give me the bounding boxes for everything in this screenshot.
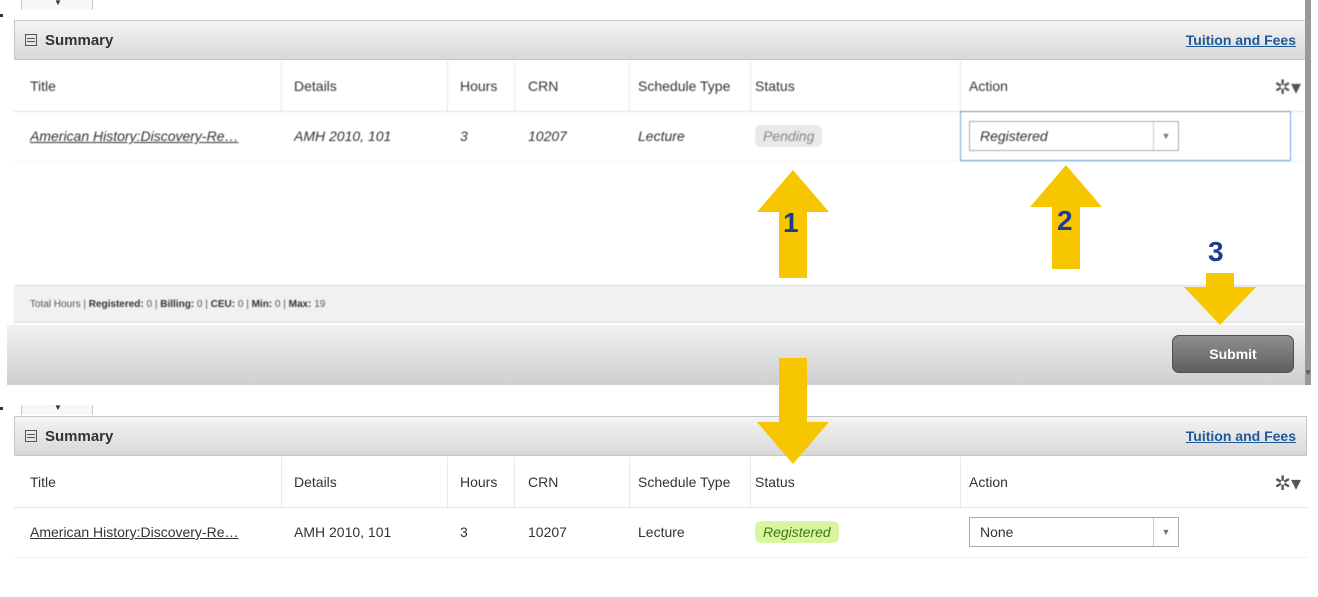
list-icon [25,34,37,46]
edge-dot [0,407,3,410]
col-details[interactable]: Details [294,457,337,507]
table-row: American History:Discovery-Re… AMH 2010,… [14,507,1307,558]
registration-table: Title Details Hours CRN Schedule Type St… [14,457,1307,597]
annotation-number-2: 2 [1057,205,1073,236]
col-status[interactable]: Status [755,457,795,507]
course-title-link[interactable]: American History:Discovery-Re… [30,507,275,557]
col-details[interactable]: Details [294,61,337,111]
edge-dot [0,14,3,17]
course-details: AMH 2010, 101 [294,524,392,540]
col-crn[interactable]: CRN [528,457,558,507]
summary-title: Summary [45,32,114,49]
col-status[interactable]: Status [755,61,795,111]
col-action[interactable]: Action [969,457,1008,507]
col-title[interactable]: Title [30,61,56,111]
tuition-fees-link[interactable]: Tuition and Fees [1186,32,1296,48]
table-header: Title Details Hours CRN Schedule Type St… [14,61,1307,112]
min-value: 0 [274,299,281,310]
course-schedule-type: Lecture [638,128,685,144]
summary-header: Summary Tuition and Fees [14,416,1307,456]
col-hours[interactable]: Hours [460,457,497,507]
col-hours[interactable]: Hours [460,61,497,111]
course-hours: 3 [460,128,468,144]
col-crn[interactable]: CRN [528,61,558,111]
course-crn: 10207 [528,128,567,144]
annotation-number-3: 3 [1208,236,1224,267]
course-schedule-type: Lecture [638,524,685,540]
annotation-arrow-3 [1184,273,1256,325]
summary-panel-after: ▼ Summary Tuition and Fees Title Details… [0,403,1311,597]
submit-button[interactable]: Submit [1172,335,1294,373]
status-text: Registered [755,521,839,543]
tuition-fees-link[interactable]: Tuition and Fees [1186,428,1296,444]
annotation-number-1: 1 [783,207,799,238]
gear-icon[interactable]: ✲▾ [1274,471,1301,496]
scroll-down-icon[interactable]: ▼ [1304,368,1312,377]
course-details: AMH 2010, 101 [294,128,392,144]
col-action[interactable]: Action [969,61,1008,111]
registration-table: Title Details Hours CRN Schedule Type St… [14,61,1307,283]
action-select-value: None [980,524,1014,540]
summary-panel-before: ▼ Summary Tuition and Fees Title Details… [0,0,1312,385]
col-schedule-type[interactable]: Schedule Type [638,61,750,111]
scrollbar[interactable]: ▼ [1304,0,1312,385]
table-row: American History:Discovery-Re… AMH 2010,… [14,111,1307,162]
course-hours: 3 [460,524,468,540]
ceu-label: CEU: [210,299,236,310]
gear-icon[interactable]: ✲▾ [1274,75,1301,100]
collapse-tab[interactable]: ▼ [21,0,93,10]
min-label: Min: [251,299,273,310]
table-header: Title Details Hours CRN Schedule Type St… [14,457,1307,508]
col-schedule-type[interactable]: Schedule Type [638,457,750,507]
registered-value: 0 [146,299,153,310]
status-text: Pending [755,125,823,147]
total-hours-label: Total Hours | [30,299,86,310]
list-icon [25,430,37,442]
course-title-link[interactable]: American History:Discovery-Re… [30,111,275,161]
col-title[interactable]: Title [30,457,56,507]
chevron-down-icon[interactable]: ▼ [1153,122,1178,150]
registered-label: Registered: [88,299,144,310]
course-crn: 10207 [528,524,567,540]
chevron-down-icon[interactable]: ▼ [1153,518,1178,546]
billing-value: 0 [196,299,203,310]
max-value: 19 [314,299,326,310]
summary-header: Summary Tuition and Fees [14,20,1307,60]
action-select-value: Registered [980,128,1048,144]
chevron-down-icon: ▼ [54,403,62,412]
status-badge: Registered [755,507,839,557]
ceu-value: 0 [237,299,244,310]
status-badge: Pending [755,111,823,161]
collapse-tab[interactable]: ▼ [21,403,93,415]
button-bar: Submit [7,325,1311,385]
summary-title: Summary [45,428,114,445]
action-select[interactable]: None ▼ [969,517,1179,547]
total-hours-bar: Total Hours | Registered: 0 | Billing: 0… [14,285,1307,323]
billing-label: Billing: [160,299,195,310]
chevron-down-icon: ▼ [54,0,62,7]
transition-arrow [757,358,829,464]
max-label: Max: [288,299,312,310]
action-select[interactable]: Registered ▼ [969,121,1179,151]
